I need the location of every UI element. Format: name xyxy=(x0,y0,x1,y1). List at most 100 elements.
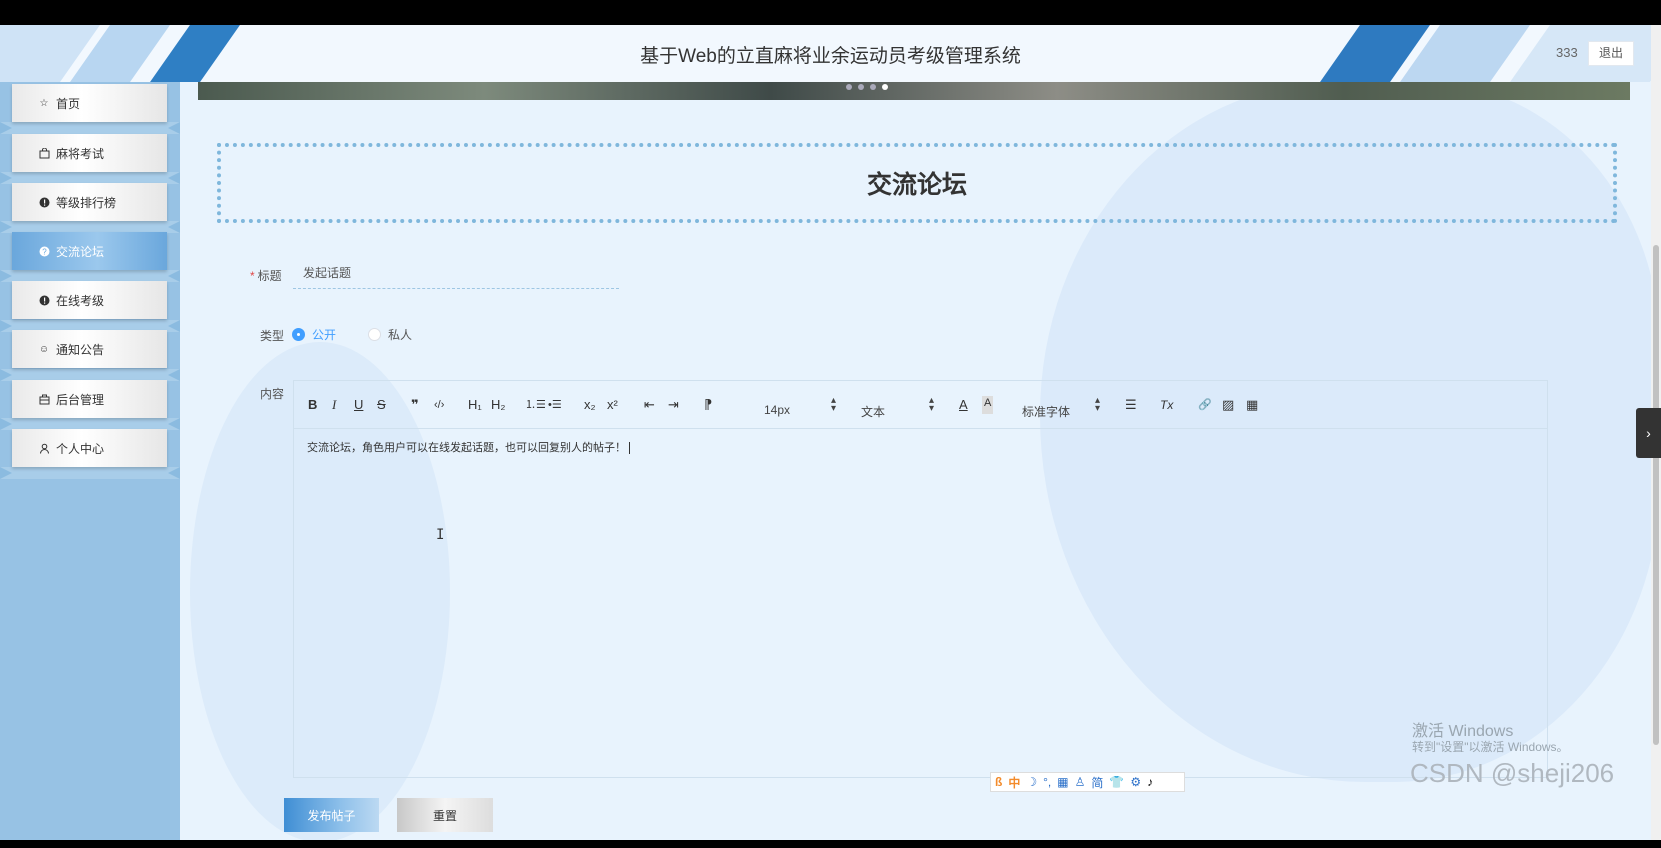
rich-text-editor: B I U S ❞ ‹/› H₁ H₂ ⒈☰ •☰ x₂ x² ⇤ ⇥ ⁋ 14… xyxy=(293,380,1548,778)
carousel-dot[interactable] xyxy=(846,84,852,90)
carousel-dot[interactable] xyxy=(870,84,876,90)
align-button[interactable]: ☰ xyxy=(1125,396,1137,414)
ime-logo-icon[interactable]: ß xyxy=(995,775,1002,789)
carousel-dot[interactable] xyxy=(858,84,864,90)
sidebar-item-label: 后台管理 xyxy=(56,392,105,407)
video-button[interactable]: ▦ xyxy=(1246,396,1258,414)
type-radio-group: 公开 私人 xyxy=(292,326,444,343)
font-size-select[interactable]: 14px xyxy=(764,403,790,417)
subscript-button[interactable]: x₂ xyxy=(584,396,596,414)
keyboard-icon[interactable]: ▦ xyxy=(1057,775,1068,789)
sidebar-item-home[interactable]: ☆ 首页 xyxy=(12,84,167,122)
strike-button[interactable]: S xyxy=(377,396,386,414)
font-family-select[interactable]: 标准字体 xyxy=(1022,403,1070,420)
italic-button[interactable]: I xyxy=(332,396,336,414)
h2-button[interactable]: H₂ xyxy=(491,396,505,414)
code-button[interactable]: ‹/› xyxy=(434,396,444,414)
sidebar-item-admin[interactable]: 后台管理 xyxy=(12,380,167,418)
csdn-watermark: CSDN @sheji206 xyxy=(1410,758,1615,788)
ime-toolbar: ß 中 ☽ °, ▦ ♙ 简 👕 ⚙ ♪ xyxy=(990,772,1185,792)
app-window: 基于Web的立直麻将业余运动员考级管理系统 333 退出 ☆ 首页 麻将考试 等… xyxy=(0,25,1661,840)
gear-icon[interactable]: ⚙ xyxy=(1130,775,1141,789)
page-title: 交流论坛 xyxy=(866,171,967,199)
ime-simplified-mode[interactable]: 简 xyxy=(1091,774,1103,791)
background-color-button[interactable]: A xyxy=(982,396,994,414)
chevron-updown-icon: ▴ ▾ xyxy=(831,395,837,414)
info-circle-icon xyxy=(38,294,50,306)
quote-button[interactable]: ❞ xyxy=(411,396,419,414)
outdent-button[interactable]: ⇤ xyxy=(644,396,655,414)
sidebar-item-label: 个人中心 xyxy=(56,441,105,456)
text-caret xyxy=(629,442,630,455)
screen-top-border xyxy=(0,0,1661,25)
logout-button[interactable]: 退出 xyxy=(1588,41,1634,66)
sidebar-item-forum[interactable]: ? 交流论坛 xyxy=(12,232,167,270)
radio-label: 私人 xyxy=(388,328,413,342)
sidebar-item-label: 麻将考试 xyxy=(56,146,105,161)
link-button[interactable]: 🔗 xyxy=(1198,396,1212,414)
sidebar: ☆ 首页 麻将考试 等级排行榜 ? 交流论坛 在线考级 ☺ 通知公告 后台管理 … xyxy=(0,82,180,840)
text-direction-button[interactable]: ⁋ xyxy=(704,396,712,414)
bullet-list-button[interactable]: •☰ xyxy=(548,396,562,414)
sidebar-item-label: 交流论坛 xyxy=(56,244,105,259)
carousel-dot-active[interactable] xyxy=(882,84,888,90)
header-bar: 基于Web的立直麻将业余运动员考级管理系统 333 退出 xyxy=(0,25,1661,82)
required-marker: * xyxy=(250,269,255,283)
question-circle-icon: ? xyxy=(38,245,50,257)
header-select[interactable]: 文本 xyxy=(861,403,885,420)
user-icon[interactable]: ♙ xyxy=(1075,775,1086,789)
chevron-updown-icon: ▴ ▾ xyxy=(1095,395,1101,414)
star-icon: ☆ xyxy=(39,97,49,109)
radio-private[interactable]: 私人 xyxy=(368,326,412,343)
sidebar-item-label: 等级排行榜 xyxy=(56,195,117,210)
sidebar-item-notice[interactable]: ☺ 通知公告 xyxy=(12,330,167,368)
underline-button[interactable]: U xyxy=(354,396,363,414)
sidebar-divider xyxy=(0,467,180,479)
briefcase-icon xyxy=(38,393,50,405)
smile-icon: ☺ xyxy=(38,343,50,355)
radio-button-icon xyxy=(368,328,382,341)
superscript-button[interactable]: x² xyxy=(607,396,618,414)
sidebar-item-label: 通知公告 xyxy=(56,342,105,357)
sidebar-item-ranking[interactable]: 等级排行榜 xyxy=(12,183,167,221)
reset-button[interactable]: 重置 xyxy=(397,798,493,832)
h1-button[interactable]: H₁ xyxy=(468,396,482,414)
ime-chinese-mode[interactable]: 中 xyxy=(1008,774,1020,791)
sidebar-item-mahjong-exam[interactable]: 麻将考试 xyxy=(12,134,167,172)
scrollbar-thumb[interactable] xyxy=(1653,245,1659,745)
clean-format-button[interactable]: Tx xyxy=(1160,396,1173,414)
editor-content-area[interactable]: 交流论坛，角色用户可以在线发起话题，也可以回复别人的帖子！ xyxy=(307,439,630,455)
info-circle-icon xyxy=(38,196,50,208)
font-color-button[interactable]: A xyxy=(959,396,968,414)
sidebar-divider xyxy=(0,122,180,134)
punctuation-icon[interactable]: °, xyxy=(1043,775,1051,789)
username-label: 333 xyxy=(1556,45,1578,60)
sidebar-item-profile[interactable]: 个人中心 xyxy=(12,429,167,467)
sidebar-item-online-grading[interactable]: 在线考级 xyxy=(12,281,167,319)
section-title-box: 交流论坛 xyxy=(217,143,1617,223)
skin-icon[interactable]: 👕 xyxy=(1109,775,1124,789)
svg-text:?: ? xyxy=(42,247,47,256)
screen-bottom-border xyxy=(0,840,1661,848)
editor-toolbar: B I U S ❞ ‹/› H₁ H₂ ⒈☰ •☰ x₂ x² ⇤ ⇥ ⁋ 14… xyxy=(294,381,1547,429)
title-input[interactable]: 发起话题 xyxy=(293,258,619,289)
chevron-right-icon[interactable]: › xyxy=(1636,408,1661,458)
indent-button[interactable]: ⇥ xyxy=(668,396,679,414)
tiktok-icon[interactable]: ♪ xyxy=(1147,775,1153,789)
bold-button[interactable]: B xyxy=(308,396,317,414)
publish-post-button[interactable]: 发布帖子 xyxy=(284,798,379,832)
chevron-updown-icon: ▴ ▾ xyxy=(929,395,935,414)
windows-activation-hint: 转到"设置"以激活 Windows。 xyxy=(1412,740,1569,754)
radio-public[interactable]: 公开 xyxy=(292,326,336,343)
title-field-label: * 标题 xyxy=(250,269,282,283)
ordered-list-button[interactable]: ⒈☰ xyxy=(525,396,546,414)
radio-button-icon xyxy=(292,328,305,341)
type-field-label: 类型 xyxy=(260,329,285,343)
bag-icon xyxy=(38,147,50,159)
editor-text: 交流论坛，角色用户可以在线发起话题，也可以回复别人的帖子！ xyxy=(307,442,626,454)
sidebar-item-label: 在线考级 xyxy=(56,293,105,308)
app-title: 基于Web的立直麻将业余运动员考级管理系统 xyxy=(640,46,1021,67)
moon-icon[interactable]: ☽ xyxy=(1026,775,1037,789)
content-field-label: 内容 xyxy=(260,387,285,401)
image-button[interactable]: ▨ xyxy=(1222,396,1234,414)
